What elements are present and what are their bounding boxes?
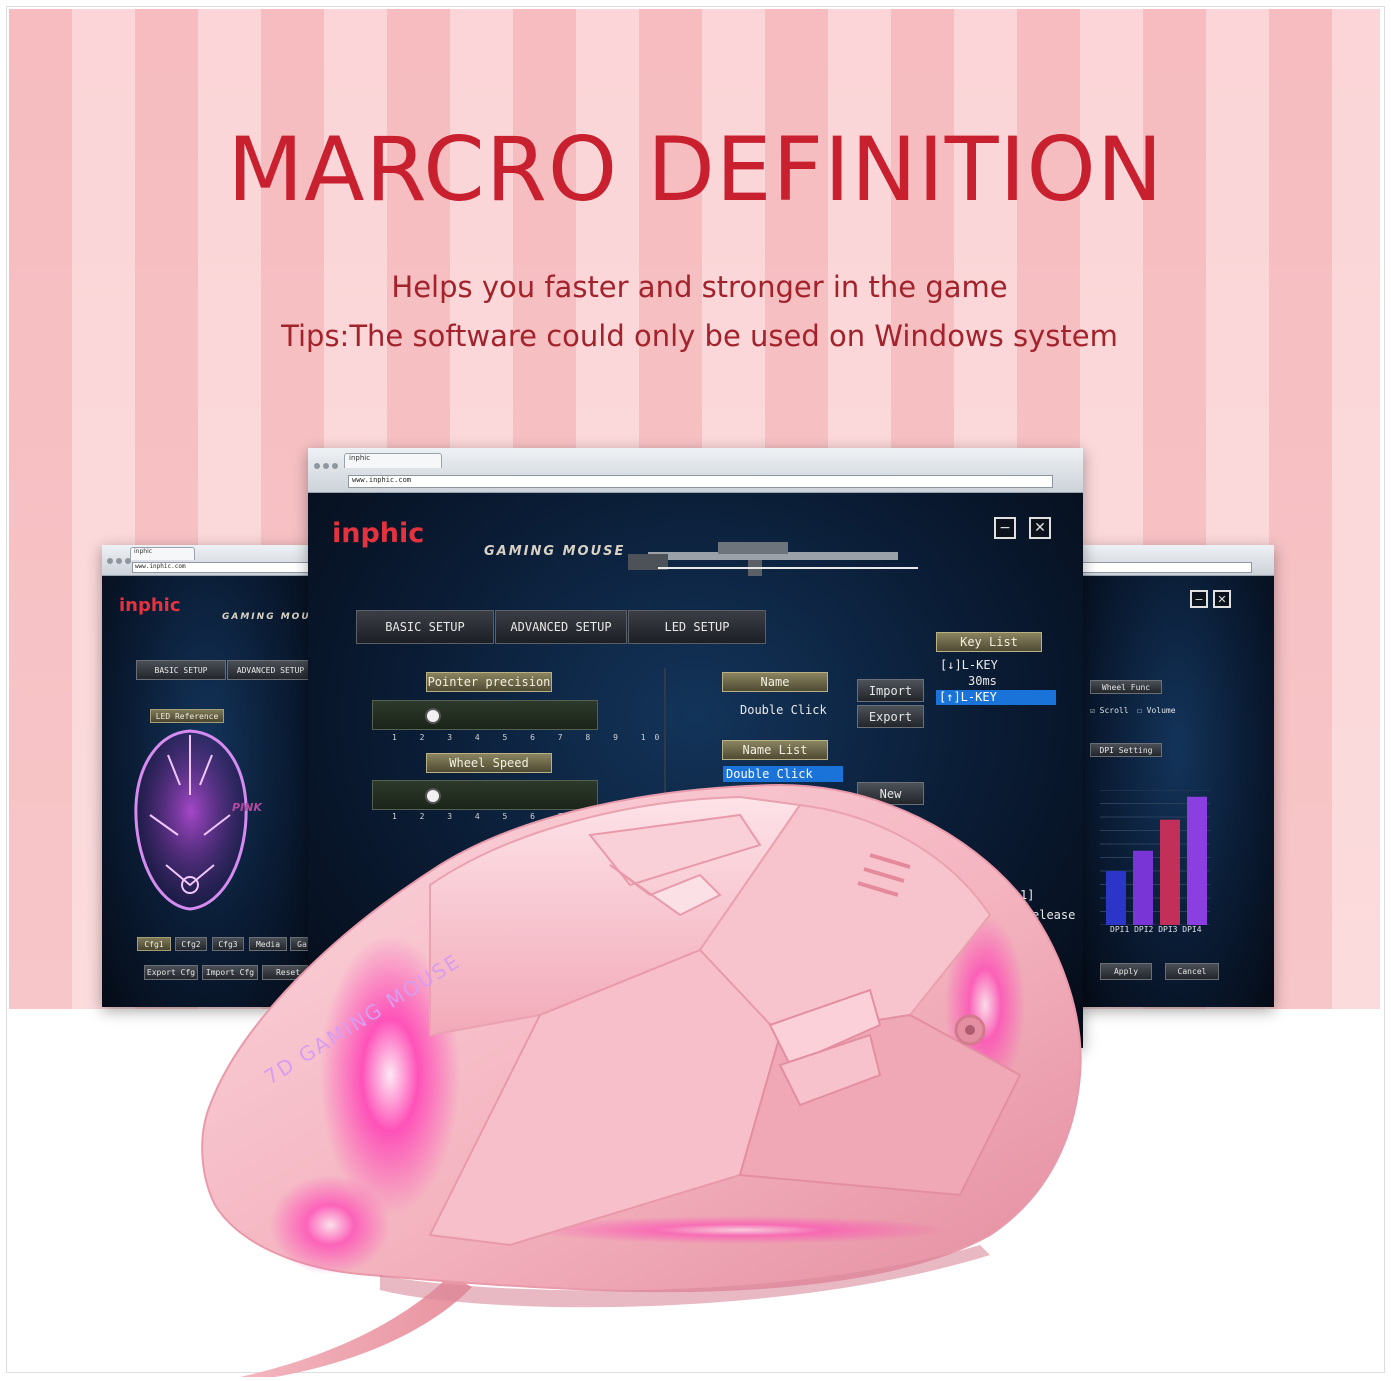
apply-button[interactable]: Apply [1100,963,1152,980]
minimize-icon[interactable]: − [994,517,1016,539]
scroll-option[interactable]: ☑ Scroll [1090,706,1129,715]
tab-led-setup[interactable]: LED SETUP [628,610,766,644]
dpi-bar-chart [1100,790,1210,925]
rifle-icon [628,542,918,576]
mouse-illustration: 7D GAMING MOUSE [201,783,1082,1377]
dpi3-label: DPI3 [1158,925,1178,934]
cancel-button[interactable]: Cancel [1165,963,1219,980]
tab-basic-setup[interactable]: BASIC SETUP [136,660,226,680]
right-software-window: − ✕ Wheel Func ☑ Scroll ☐ Volume DPI Set… [1080,545,1274,1007]
url-bar[interactable] [1080,562,1252,573]
browser-chrome [1080,545,1274,576]
tab-advanced-setup[interactable]: ADVANCED SETUP [227,660,314,680]
export-button[interactable]: Export [857,705,924,728]
url-bar[interactable]: www.inphic.com [348,475,1053,488]
close-icon[interactable]: ✕ [1029,517,1051,539]
dpi-bar[interactable] [1133,850,1153,925]
name-label: Name [722,672,828,692]
dpi-bar[interactable] [1187,796,1207,925]
product-label: GAMING MOU [222,612,311,622]
dpi-bar[interactable] [1160,819,1180,925]
tab-advanced-setup[interactable]: ADVANCED SETUP [495,610,627,644]
scroll-option-label: Scroll [1099,706,1129,715]
key-list-item[interactable]: [↓]L-KEY [940,658,998,672]
import-button[interactable]: Import [857,679,924,702]
volume-option[interactable]: ☐ Volume [1137,706,1176,715]
key-list-label: Key List [936,632,1042,652]
dpi4-label: DPI4 [1182,925,1202,934]
dpi-bar[interactable] [1106,871,1126,925]
wheel-func-label: Wheel Func [1090,680,1162,694]
led-reference-label: LED Reference [150,709,224,723]
pointer-precision-slider[interactable] [372,700,598,730]
window-controls-icon [314,454,341,473]
wheel-speed-label: Wheel Speed [426,753,552,773]
brand-logo: inphic [119,595,181,616]
dpi1-label: DPI1 [1110,925,1130,934]
pointer-precision-label: Pointer precision [426,672,552,692]
cfg1-button[interactable]: Cfg1 [137,937,171,951]
minimize-icon[interactable]: − [1190,590,1208,608]
dpi-setting-label: DPI Setting [1090,743,1162,757]
close-icon[interactable]: ✕ [1213,590,1231,608]
browser-chrome: inphic www.inphic.com [102,545,312,576]
headline: MARCRO DEFINITION [227,118,1164,221]
url-bar[interactable]: www.inphic.com [132,562,311,573]
browser-chrome: inphic www.inphic.com [308,448,1083,493]
tips-text: Tips:The software could only be used on … [281,319,1118,353]
subheadline: Helps you faster and stronger in the gam… [391,270,1008,304]
browser-tab[interactable]: inphic [344,453,442,468]
volume-option-label: Volume [1146,706,1176,715]
brand-logo: inphic [332,518,425,549]
pink-gaming-mouse: 7D GAMING MOUSE [180,775,1100,1377]
name-list-label: Name List [722,740,828,760]
key-list-item[interactable]: 30ms [968,674,997,688]
key-list-selected-item[interactable]: [↑]L-KEY [936,690,1056,705]
browser-tab[interactable]: inphic [130,547,195,560]
pointer-precision-scale: 1 2 3 4 5 6 7 8 9 10 [392,733,669,742]
name-value[interactable]: Double Click [740,703,827,717]
product-label: GAMING MOUSE [484,544,626,559]
tab-basic-setup[interactable]: BASIC SETUP [356,610,494,644]
dpi2-label: DPI2 [1134,925,1154,934]
dpi-names: DPI1 DPI2 DPI3 DPI4 [1110,925,1202,934]
slider-knob[interactable] [424,708,441,724]
